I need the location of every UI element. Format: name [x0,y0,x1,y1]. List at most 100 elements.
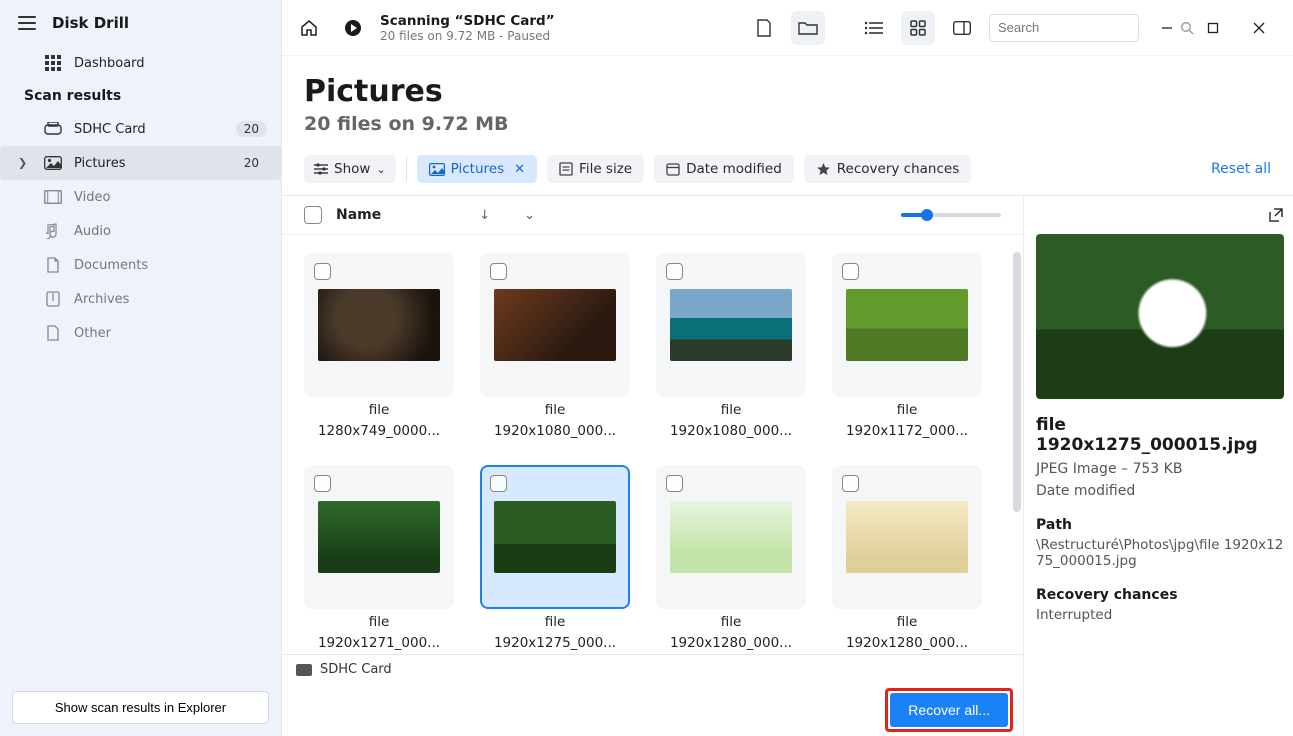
preview-file-name: file 1920x1275_000015.jpg [1036,415,1285,455]
sidebar-item-label: Archives [74,292,129,307]
file-view-button[interactable] [747,11,781,45]
status-bar: SDHC Card [282,654,1023,684]
thumbnail-image [318,289,440,361]
sidebar: Disk Drill Dashboard Scan results SDHC C… [0,0,282,736]
column-name[interactable]: Name [336,207,381,223]
window-close-button[interactable] [1241,13,1277,43]
sidebar-item-label: Documents [74,258,148,273]
footer: Recover all... [282,684,1023,736]
thumbnail-size-slider[interactable] [901,213,1001,217]
page-subtitle: 20 files on 9.72 MB [304,113,1271,135]
filter-chip-file-size[interactable]: File size [547,155,644,183]
home-button[interactable] [292,11,326,45]
thumbnail-image [670,289,792,361]
thumbnail-item[interactable]: file 1280x749_0000... [304,253,454,439]
list-view-button[interactable] [857,11,891,45]
sidebar-item-other[interactable]: Other [0,316,281,350]
sidebar-item-label: SDHC Card [74,122,146,137]
close-icon[interactable]: ✕ [514,162,525,177]
calendar-icon [666,162,680,176]
sidebar-item-audio[interactable]: Audio [0,214,281,248]
status-device: SDHC Card [320,662,392,677]
sidebar-item-label: Audio [74,224,111,239]
file-size-icon [559,162,573,176]
file-name-2: 1920x1080_000... [494,423,616,439]
chip-label: Recovery chances [837,161,959,177]
recover-all-button[interactable]: Recover all... [890,693,1008,727]
preview-image [1036,234,1284,399]
thumbnail-image [670,501,792,573]
item-checkbox[interactable] [490,263,507,280]
sort-arrow-icon[interactable]: ↓ [479,208,490,223]
item-checkbox[interactable] [314,263,331,280]
window-maximize-button[interactable] [1195,13,1231,43]
audio-icon [44,222,62,240]
star-icon [816,162,831,177]
sidebar-item-video[interactable]: Video [0,180,281,214]
thumbnail-item[interactable]: file 1920x1172_000... [832,253,982,439]
file-name-2: 1920x1080_000... [670,423,792,439]
filter-show-dropdown[interactable]: Show ⌄ [304,155,396,183]
chevron-down-icon[interactable]: ⌄ [524,208,535,223]
file-name: file [369,401,390,419]
file-name: file [897,613,918,631]
sidebar-item-label: Dashboard [74,56,145,71]
item-checkbox[interactable] [314,475,331,492]
item-checkbox[interactable] [842,475,859,492]
file-name-2: 1280x749_0000... [318,423,440,439]
toggle-preview-button[interactable] [945,11,979,45]
play-resume-button[interactable] [336,11,370,45]
item-checkbox[interactable] [666,263,683,280]
thumbnail-image [846,501,968,573]
topbar: Scanning “SDHC Card” 20 files on 9.72 MB… [282,0,1293,56]
sidebar-item-pictures[interactable]: ❯ Pictures 20 [0,146,281,180]
grid-view-button[interactable] [901,11,935,45]
file-name-2: 1920x1275_000... [494,635,616,651]
sidebar-item-documents[interactable]: Documents [0,248,281,282]
chevron-down-icon: ⌄ [376,163,385,176]
thumbnail-image [846,289,968,361]
file-name: file [545,613,566,631]
item-checkbox[interactable] [666,475,683,492]
list-header: Name ↓ ⌄ [282,196,1023,235]
chip-label: Show [334,161,370,177]
thumbnail-item[interactable]: file 1920x1280_000... [832,465,982,651]
sidebar-item-dashboard[interactable]: Dashboard [0,46,281,80]
filter-chip-pictures[interactable]: Pictures ✕ [417,155,537,183]
window-minimize-button[interactable] [1149,13,1185,43]
filter-chip-recovery[interactable]: Recovery chances [804,155,971,183]
search-box[interactable] [989,14,1139,42]
select-all-checkbox[interactable] [304,206,322,224]
folder-view-button[interactable] [791,11,825,45]
search-input[interactable] [998,20,1174,35]
count-badge: 20 [236,121,267,137]
thumbnail-item[interactable]: file 1920x1280_000... [656,465,806,651]
thumbnail-item[interactable]: file 1920x1275_000... [480,465,630,651]
show-in-explorer-button[interactable]: Show scan results in Explorer [12,691,269,724]
sidebar-item-device-sdhc[interactable]: SDHC Card 20 [0,112,281,146]
sidebar-item-label: Pictures [74,156,125,171]
item-checkbox[interactable] [842,263,859,280]
thumbnail-item[interactable]: file 1920x1080_000... [656,253,806,439]
filter-row: Show ⌄ Pictures ✕ File size Date modifie… [282,145,1293,195]
file-name: file [545,401,566,419]
file-name-2: 1920x1280_000... [846,635,968,651]
file-icon [44,324,62,342]
file-name-2: 1920x1172_000... [846,423,968,439]
sidebar-item-label: Video [74,190,110,205]
thumbnail-item[interactable]: file 1920x1080_000... [480,253,630,439]
thumbnail-item[interactable]: file 1920x1271_000... [304,465,454,651]
video-icon [44,188,62,206]
preview-pane: file 1920x1275_000015.jpg JPEG Image – 7… [1023,196,1293,736]
sidebar-item-archives[interactable]: Archives [0,282,281,316]
sd-card-icon [296,664,312,676]
scrollbar[interactable] [1013,252,1021,512]
popout-icon[interactable] [1265,204,1287,226]
recover-highlight: Recover all... [885,688,1013,732]
reset-filters-link[interactable]: Reset all [1211,161,1271,177]
page-title: Pictures [304,74,1271,109]
item-checkbox[interactable] [490,475,507,492]
menu-icon[interactable] [18,16,36,30]
filter-chip-date[interactable]: Date modified [654,155,794,183]
archive-icon [44,290,62,308]
